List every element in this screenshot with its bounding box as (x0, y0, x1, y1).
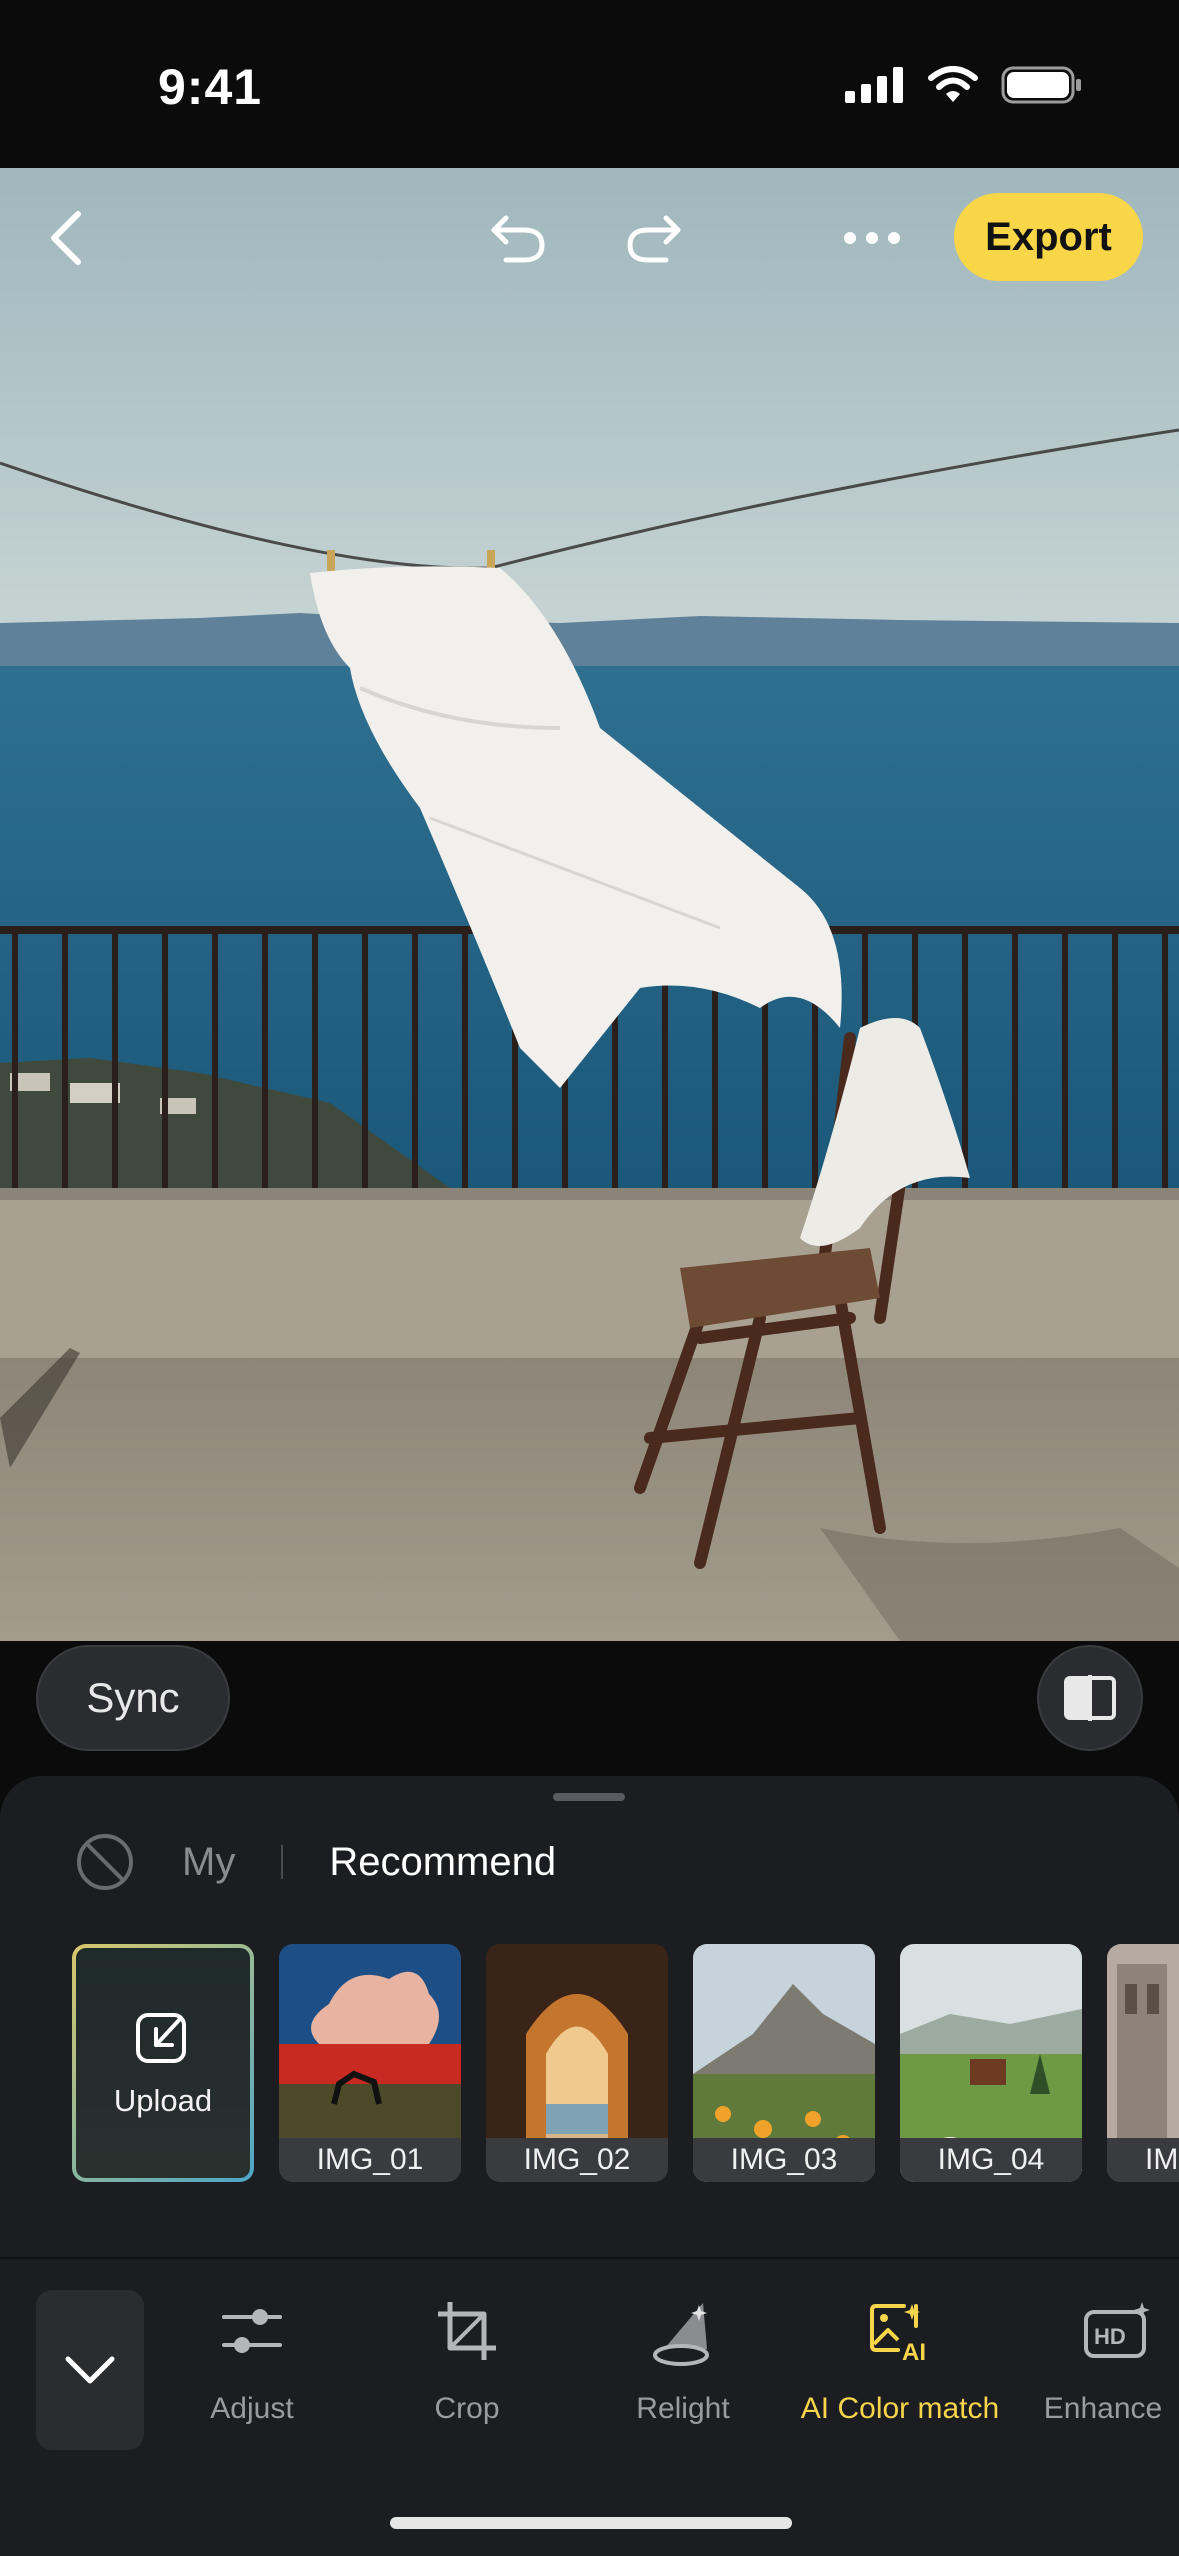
sheet-grabber[interactable] (553, 1793, 625, 1801)
svg-text:HD: HD (1094, 2324, 1126, 2349)
tool-label: Enhance (1043, 2392, 1163, 2425)
preset-tabs: My Recommend (74, 1830, 556, 1894)
status-time: 9:41 (158, 59, 263, 115)
more-button[interactable] (834, 205, 910, 271)
tool-adjust[interactable]: Adjust (142, 2290, 362, 2426)
upload-label: Upload (113, 2083, 213, 2118)
thumbnail-img-02[interactable]: IMG_02 (486, 1944, 668, 2182)
chevron-down-icon (65, 2356, 115, 2384)
hd-enhance-icon: HD (1084, 2302, 1150, 2358)
ai-image-icon: AI (870, 2304, 926, 2362)
sync-button[interactable]: Sync (36, 1645, 230, 1751)
thumbnail-label: IMG_03 (693, 2138, 875, 2182)
cellular-signal-icon (845, 67, 903, 103)
compare-button[interactable] (1037, 1645, 1143, 1751)
tool-label: AI Color match (800, 2392, 1000, 2425)
tab-my[interactable]: My (182, 1840, 235, 1885)
none-icon[interactable] (74, 1831, 136, 1893)
export-button[interactable]: Export (954, 193, 1143, 281)
undo-icon (491, 215, 545, 263)
thumbnail-label: IMG_02 (486, 2138, 668, 2182)
tool-label: Adjust (210, 2392, 294, 2425)
svg-text:AI: AI (902, 2339, 926, 2362)
photo-canvas[interactable] (0, 168, 1179, 1641)
compare-split-icon (1064, 1675, 1116, 1721)
sliders-icon (222, 2309, 282, 2353)
upload-button[interactable]: Upload (72, 1944, 254, 2182)
tool-crop[interactable]: Crop (357, 2290, 577, 2426)
tab-divider (281, 1845, 284, 1879)
upload-icon (136, 2013, 186, 2063)
battery-icon (1001, 66, 1081, 104)
tab-recommend[interactable]: Recommend (329, 1840, 556, 1885)
thumbnail-label: IMG_01 (279, 2138, 461, 2182)
chevron-left-icon (51, 211, 81, 265)
thumbnail-label: IMG_04 (900, 2138, 1082, 2182)
thumbnail-img-04[interactable]: IMG_04 (900, 1944, 1082, 2182)
back-button[interactable] (30, 198, 102, 278)
reference-thumbnails: Upload IMG_01 IMG_02 IMG_03 IMG_04 IM (72, 1944, 1179, 2182)
tool-label: Relight (636, 2392, 730, 2425)
tool-relight[interactable]: Relight (573, 2290, 793, 2426)
home-indicator[interactable] (390, 2517, 792, 2529)
undo-button[interactable] (478, 200, 558, 276)
thumbnail-img-05[interactable]: IMG_05 (1107, 1944, 1179, 2182)
crop-icon (438, 2302, 496, 2360)
tool-ai-color-match[interactable]: AI AI Color match (790, 2290, 1010, 2426)
redo-button[interactable] (614, 200, 694, 276)
more-horizontal-icon (844, 232, 900, 244)
wifi-icon (928, 66, 978, 102)
thumbnail-img-01[interactable]: IMG_01 (279, 1944, 461, 2182)
thumbnail-img-03[interactable]: IMG_03 (693, 1944, 875, 2182)
tool-label: Crop (434, 2392, 500, 2425)
relight-icon (653, 2303, 709, 2366)
thumbnail-label: IMG_05 (1107, 2138, 1179, 2182)
collapse-button[interactable] (36, 2290, 144, 2450)
status-bar: 9:41 (0, 0, 1179, 168)
redo-icon (627, 215, 681, 263)
status-icons (845, 66, 1083, 104)
tool-enhance[interactable]: HD Enhance (1007, 2290, 1179, 2426)
